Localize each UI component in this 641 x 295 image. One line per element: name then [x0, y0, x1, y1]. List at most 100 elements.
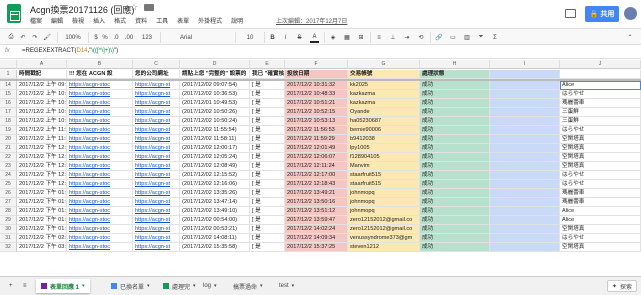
cell-j[interactable]: はらやせ	[560, 171, 641, 180]
cell-j[interactable]: はらやせ	[560, 90, 641, 99]
cell-i[interactable]	[490, 90, 560, 99]
cell-f[interactable]: 2017/12/2 13:49:21	[285, 189, 348, 198]
cell-d[interactable]: (2017/12/02 12:08:49)	[180, 162, 250, 171]
cell-b[interactable]: https://acgn-stoc	[67, 108, 133, 117]
cell-g[interactable]: bernie90006	[348, 126, 420, 135]
header-cell-f[interactable]: 投放日期	[285, 70, 348, 79]
avatar[interactable]	[624, 7, 637, 20]
sheet-tab[interactable]: 已換名單 ▾	[106, 279, 155, 293]
column-header-h[interactable]: H	[420, 60, 490, 69]
cell-a[interactable]: 2017/12/2 下午 01:49:36	[17, 207, 67, 216]
column-header-b[interactable]: B	[67, 60, 133, 69]
comment-icon[interactable]	[565, 9, 576, 18]
cell-g[interactable]: lpy1005	[348, 144, 420, 153]
cell-j[interactable]: 空閑塔真	[560, 225, 641, 234]
sheet-tab[interactable]: log ▾	[198, 279, 222, 293]
cell-i[interactable]	[490, 135, 560, 144]
fill-color-icon[interactable]: ◈	[328, 32, 338, 43]
cell-c[interactable]: https://acgn-st	[133, 135, 180, 144]
cell-a[interactable]: 2017/12/2 上午 10:37:49	[17, 90, 67, 99]
cell-f[interactable]: 2017/12/2 13:50:16	[285, 198, 348, 207]
formula-bar[interactable]: fx =REGEXEXTRACT(D14,"\(([^\]+)\)")	[0, 45, 641, 59]
cell-b[interactable]: https://acgn-stoc	[67, 180, 133, 189]
row-header[interactable]: 17	[0, 108, 17, 117]
align-vertical-icon[interactable]: ⊥	[388, 32, 398, 43]
spreadsheet-grid[interactable]: A B C D E F G H I J 1 時間戳記!!! 您在 ACGN 設您的公司網址 請貼上您 "…	[0, 60, 641, 275]
cell-h[interactable]: 成功	[420, 90, 490, 99]
cell-e[interactable]: [ 是	[250, 234, 285, 243]
cell-e[interactable]: [ 是	[250, 108, 285, 117]
cell-e[interactable]: [ 是	[250, 243, 285, 252]
cell-i[interactable]	[490, 171, 560, 180]
cell-c[interactable]: https://acgn-st	[133, 153, 180, 162]
cell-e[interactable]: [ 是	[250, 171, 285, 180]
cell-c[interactable]: https://acgn-st	[133, 198, 180, 207]
cell-e[interactable]: [ 是	[250, 198, 285, 207]
cell-f[interactable]: 2017/12/2 10:53:13	[285, 117, 348, 126]
cell-a[interactable]: 2017/12/2 下午 01:55:11	[17, 216, 67, 225]
cell-h[interactable]: 成功	[420, 207, 490, 216]
cell-d[interactable]: (2017/12/02 00:54:00)	[180, 216, 250, 225]
insert-comment-icon[interactable]: ▭	[448, 32, 458, 43]
cell-i[interactable]	[490, 126, 560, 135]
column-header-g[interactable]: G	[348, 60, 420, 69]
cell-c[interactable]: https://acgn-st	[133, 144, 180, 153]
row-header[interactable]: 29	[0, 216, 17, 225]
cell-a[interactable]: 2017/12/2 下午 02:08:36	[17, 234, 67, 243]
cell-g[interactable]: kazkazma	[348, 90, 420, 99]
cell-i[interactable]	[490, 99, 560, 108]
cell-e[interactable]: [ 是	[250, 99, 285, 108]
row-header[interactable]: 28	[0, 207, 17, 216]
cell-f[interactable]: 2017/12/2 12:06:07	[285, 153, 348, 162]
cell-d[interactable]: (2017/12/02 11:55:54)	[180, 126, 250, 135]
cell-b[interactable]: https://acgn-stoc	[67, 162, 133, 171]
cell-d[interactable]: (2017/12/02 15:35:58)	[180, 243, 250, 252]
cell-a[interactable]: 2017/12/2 上午 10:50:25	[17, 99, 67, 108]
cell-a[interactable]: 2017/12/2 下午 12:09:19	[17, 162, 67, 171]
cell-e[interactable]: [ 是	[250, 162, 285, 171]
menu-item[interactable]: 檔案	[30, 16, 42, 26]
text-color-button[interactable]: A	[310, 32, 319, 43]
cell-c[interactable]: https://acgn-st	[133, 189, 180, 198]
cell-f[interactable]: 2017/12/2 15:37:25	[285, 243, 348, 252]
cell-i[interactable]	[490, 225, 560, 234]
cell-f[interactable]: 2017/12/2 12:11:24	[285, 162, 348, 171]
cell-e[interactable]: [ 是	[250, 90, 285, 99]
cell-b[interactable]: https://acgn-stoc	[67, 216, 133, 225]
cell-i[interactable]	[490, 243, 560, 252]
column-header-d[interactable]: D	[180, 60, 250, 69]
paint-format-icon[interactable]: 🖌	[42, 32, 52, 43]
cell-f[interactable]: 2017/12/2 14:02:24	[285, 225, 348, 234]
cell-j[interactable]: 空閑塔真	[560, 153, 641, 162]
header-cell-a[interactable]: 時間戳記	[17, 70, 67, 79]
row-header[interactable]: 27	[0, 198, 17, 207]
cell-j[interactable]: はらやせ	[560, 234, 641, 243]
align-horizontal-icon[interactable]: ≡	[374, 32, 384, 43]
cell-i[interactable]	[490, 108, 560, 117]
cell-e[interactable]: [ 是	[250, 189, 285, 198]
cell-a[interactable]: 2017/12/2 下午 01:55:42	[17, 225, 67, 234]
cell-i[interactable]	[490, 180, 560, 189]
cell-d[interactable]: (2017/12/02 14:08:11)	[180, 234, 250, 243]
cell-b[interactable]: https://acgn-stoc	[67, 99, 133, 108]
cell-d[interactable]: (2017/12/02 12:05:24)	[180, 153, 250, 162]
merge-cells-icon[interactable]: ⊞	[356, 32, 366, 43]
cell-b[interactable]: https://acgn-stoc	[67, 198, 133, 207]
chevron-down-icon[interactable]: ▾	[147, 283, 150, 289]
cell-d[interactable]: (2017/12/02 13:49:10)	[180, 207, 250, 216]
cell-g[interactable]: zero12152012@gmail.co	[348, 225, 420, 234]
row-header[interactable]: 22	[0, 153, 17, 162]
cell-h[interactable]: 成功	[420, 243, 490, 252]
cell-j[interactable]: Alice	[560, 207, 641, 216]
row-header[interactable]: 16	[0, 99, 17, 108]
menu-item[interactable]: 資料	[135, 16, 147, 26]
column-header-i[interactable]: I	[490, 60, 560, 69]
menu-item[interactable]: 外掛程式	[198, 16, 222, 26]
cell-h[interactable]: 成功	[420, 189, 490, 198]
row-header[interactable]: 31	[0, 234, 17, 243]
cell-a[interactable]: 2017/12/2 上午 09:09:00	[17, 81, 67, 90]
document-title[interactable]: Acgn換票20171126 (回應)	[30, 3, 134, 16]
cell-g[interactable]: b9412038	[348, 135, 420, 144]
borders-icon[interactable]: ▦	[342, 32, 352, 43]
menu-item[interactable]: 表單	[177, 16, 189, 26]
